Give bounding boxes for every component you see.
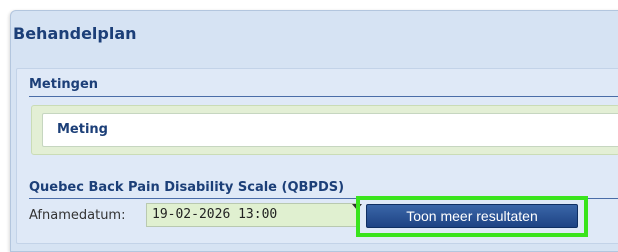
meting-item[interactable]	[42, 113, 618, 147]
afnamedatum-select[interactable]: 19-02-2026 13:00	[146, 203, 360, 227]
qbpds-section-title: Quebec Back Pain Disability Scale (QBPDS…	[29, 180, 345, 195]
metingen-divider	[29, 96, 618, 97]
afnamedatum-label: Afnamedatum:	[29, 208, 126, 223]
treatment-plan-panel: Behandelplan Metingen Meting Quebec Back…	[0, 0, 618, 252]
meting-item-label: Meting	[57, 122, 108, 137]
show-more-results-button[interactable]: Toon meer resultaten	[366, 204, 578, 228]
metingen-section-title: Metingen	[29, 77, 99, 92]
panel-title: Behandelplan	[13, 24, 137, 43]
